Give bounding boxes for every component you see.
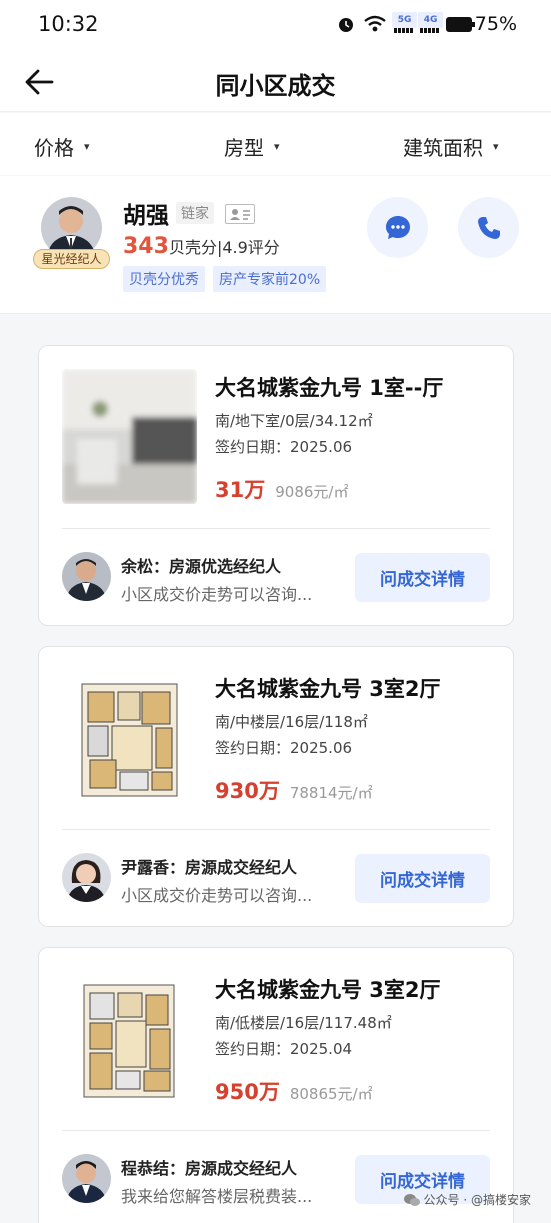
battery-level: 75%	[474, 13, 517, 35]
status-bar: 10:32 5G 4G 75%	[0, 0, 551, 52]
divider	[62, 1130, 490, 1131]
listing-title: 大名城紫金九号 3室2厅	[215, 677, 441, 701]
listing-info: 南/低楼层/16层/117.48㎡	[215, 1014, 392, 1032]
watermark: 公众号 · @搞楼安家	[403, 1191, 531, 1208]
agent-brand: 链家	[176, 202, 214, 224]
signal-4g-icon: 4G	[417, 11, 444, 33]
wifi-icon	[364, 15, 386, 32]
divider	[62, 829, 490, 830]
floorplan-image	[62, 971, 197, 1106]
alarm-icon	[338, 18, 353, 32]
filter-price[interactable]: 价格 ▾	[34, 132, 90, 161]
listing-info: 南/地下室/0层/34.12㎡	[215, 412, 373, 430]
status-icons: 5G 4G 75%	[336, 11, 517, 35]
call-button[interactable]	[458, 197, 519, 258]
filter-area[interactable]: 建筑面积 ▾	[403, 132, 499, 161]
listing-card[interactable]: 大名城紫金九号 3室2厅 南/中楼层/16层/118㎡ 签约日期：2025.06…	[38, 646, 514, 927]
filter-layout[interactable]: 房型 ▾	[224, 132, 280, 161]
total-price: 930万	[215, 779, 280, 803]
agent-message: 小区成交价走势可以咨询...	[121, 585, 313, 604]
total-price: 950万	[215, 1080, 280, 1104]
listing-date: 签约日期：2025.06	[215, 438, 353, 456]
nav-bar: 同小区成交	[0, 52, 551, 112]
listing-card[interactable]: 大名城紫金九号 1室--厅 南/地下室/0层/34.12㎡ 签约日期：2025.…	[38, 345, 514, 626]
status-time: 10:32	[38, 12, 99, 36]
unit-price: 80865元/㎡	[289, 1085, 373, 1103]
agent-tags: 贝壳分优秀 房产专家前20%	[123, 266, 327, 292]
listing-price: 31万 9086元/㎡	[215, 474, 348, 504]
listing-price: 950万 80865元/㎡	[215, 1076, 373, 1106]
listing-photo	[62, 369, 197, 504]
featured-agent: 星光经纪人 胡强 链家 343贝壳分|4.9评分 贝壳分优秀 房产专家前20%	[0, 176, 551, 314]
listing-date: 签约日期：2025.04	[215, 1040, 353, 1058]
signal-5g-icon: 5G	[391, 11, 418, 33]
watermark-text: 公众号 · @搞楼安家	[423, 1193, 531, 1207]
agent-tag: 贝壳分优秀	[123, 266, 205, 292]
divider	[62, 528, 490, 529]
unit-price: 9086元/㎡	[275, 483, 349, 501]
avatar[interactable]	[62, 853, 111, 902]
wechat-icon	[403, 1193, 420, 1206]
ask-deal-details-button[interactable]: 问成交详情	[355, 553, 490, 602]
chevron-down-icon: ▾	[274, 140, 280, 153]
filter-bar: 价格 ▾ 房型 ▾ 建筑面积 ▾	[0, 113, 551, 175]
business-card-icon[interactable]	[225, 204, 255, 224]
listing-date: 签约日期：2025.06	[215, 739, 353, 757]
avatar[interactable]	[62, 1154, 111, 1203]
phone-icon	[477, 216, 500, 239]
listing-card[interactable]: 大名城紫金九号 3室2厅 南/低楼层/16层/117.48㎡ 签约日期：2025…	[38, 947, 514, 1223]
filter-label: 房型	[224, 136, 264, 160]
filter-label: 价格	[34, 136, 74, 160]
total-price: 31万	[215, 478, 266, 502]
agent-name: 胡强	[123, 203, 169, 229]
score-desc: 贝壳分|4.9评分	[168, 238, 280, 257]
listing-title: 大名城紫金九号 3室2厅	[215, 978, 441, 1002]
page-title: 同小区成交	[215, 72, 336, 100]
agent-tag: 房产专家前20%	[213, 266, 327, 292]
unit-price: 78814元/㎡	[289, 784, 373, 802]
listing-info: 南/中楼层/16层/118㎡	[215, 713, 368, 731]
avatar[interactable]	[62, 552, 111, 601]
chat-button[interactable]	[367, 197, 428, 258]
battery-indicator: 75%	[445, 13, 517, 35]
listing-price: 930万 78814元/㎡	[215, 775, 373, 805]
floorplan-image	[62, 670, 197, 805]
agent-role: 余松：房源优选经纪人	[121, 557, 282, 576]
score-value: 343	[123, 234, 169, 259]
agent-role: 尹露香：房源成交经纪人	[121, 858, 298, 877]
chat-bubble-icon	[385, 215, 410, 239]
star-agent-badge: 星光经纪人	[33, 249, 110, 269]
listing-title: 大名城紫金九号 1室--厅	[215, 376, 444, 400]
filter-label: 建筑面积	[403, 136, 483, 160]
agent-role: 程恭结：房源成交经纪人	[121, 1159, 298, 1178]
agent-message: 小区成交价走势可以咨询...	[121, 886, 313, 905]
ask-deal-details-button[interactable]: 问成交详情	[355, 854, 490, 903]
agent-score: 343贝壳分|4.9评分	[123, 234, 280, 259]
agent-message: 我来给您解答楼层税费装...	[121, 1187, 313, 1206]
battery-icon	[445, 16, 475, 32]
chevron-down-icon: ▾	[84, 140, 90, 153]
chevron-down-icon: ▾	[493, 140, 499, 153]
